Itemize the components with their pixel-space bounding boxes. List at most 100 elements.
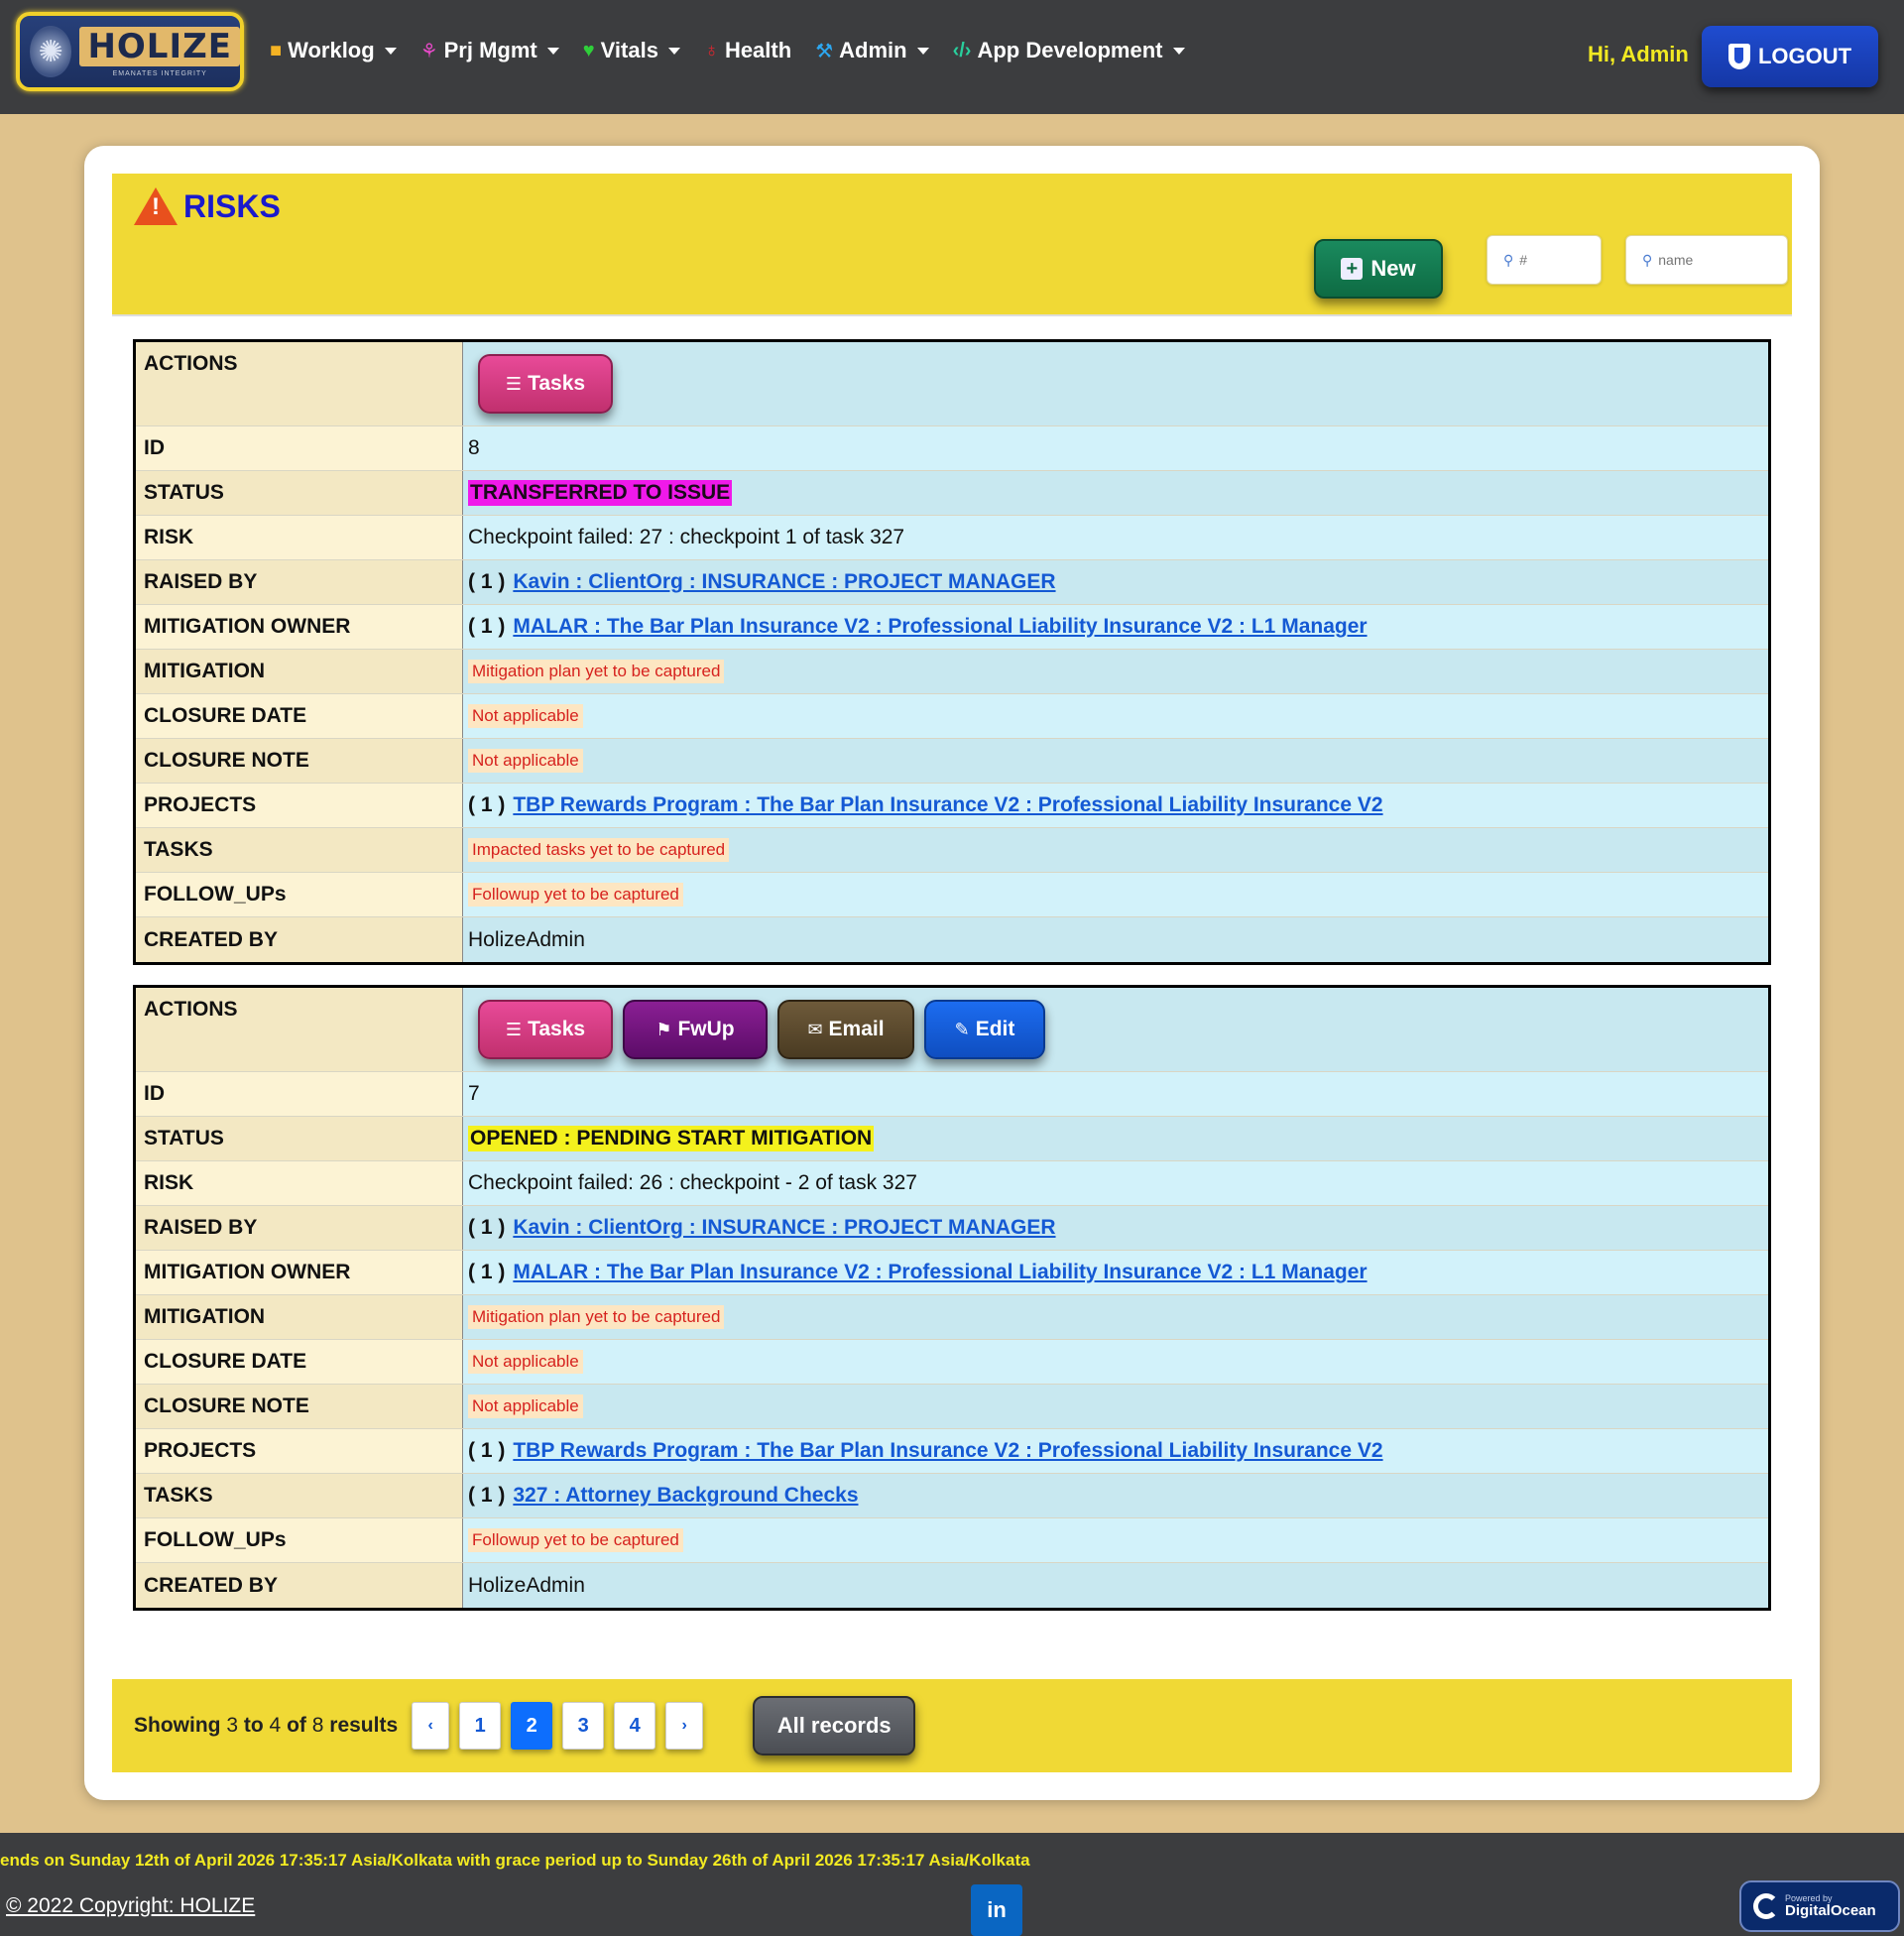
digitalocean-logo-icon (1753, 1893, 1779, 1919)
risk-row-raised-by: RAISED BY ( 1 ) Kavin : ClientOrg : INSUR… (136, 560, 1768, 605)
closure-date-value: Not applicable (468, 704, 583, 728)
prev-page-button[interactable]: ‹ (412, 1702, 450, 1750)
project-link[interactable]: TBP Rewards Program : The Bar Plan Insur… (513, 1439, 1382, 1463)
mitigation-value: Mitigation plan yet to be captured (468, 660, 725, 683)
page-2-button[interactable]: 2 (511, 1702, 553, 1750)
risk-row-created-by: CREATED BY HolizeAdmin (136, 917, 1768, 962)
code-icon: ‹/› (952, 39, 972, 61)
logout-label: LOGOUT (1757, 44, 1852, 68)
chevron-down-icon (916, 47, 929, 55)
nav-vitals[interactable]: ♥ Vitals (583, 38, 680, 63)
risk-row-closure-date: CLOSURE DATE Not applicable (136, 1340, 1768, 1385)
label-closure-date: CLOSURE DATE (136, 1340, 463, 1384)
search-id-input[interactable] (1519, 252, 1598, 268)
people-arrows-icon: ⚑ (655, 1019, 672, 1039)
risk-description: Checkpoint failed: 27 : checkpoint 1 of … (463, 516, 1768, 559)
risk-row-follow-ups: FOLLOW_UPs Followup yet to be captured (136, 1518, 1768, 1563)
nav-health[interactable]: ♁ Health (704, 38, 791, 63)
page-links: ‹ 1 2 3 4 › (412, 1702, 713, 1750)
label-created-by: CREATED BY (136, 917, 463, 962)
holize-logo[interactable]: ✺ HOLIZE EMANATES INTEGRITY (16, 12, 244, 91)
label-id: ID (136, 426, 463, 470)
hammer-icon: ⚒ (815, 40, 834, 62)
raised-by-count: ( 1 ) (468, 570, 506, 593)
risk-description: Checkpoint failed: 26 : checkpoint - 2 o… (463, 1161, 1768, 1205)
nav-app-development-label: App Development (977, 38, 1163, 62)
results-summary: Showing 3 to 4 of 8 results (134, 1714, 399, 1737)
tasks-button[interactable]: ☰ Tasks (478, 1000, 613, 1059)
label-tasks: TASKS (136, 828, 463, 872)
linkedin-icon[interactable]: in (971, 1884, 1022, 1936)
followup-button[interactable]: ⚑ FwUp (623, 1000, 768, 1059)
mitigation-owner-link[interactable]: MALAR : The Bar Plan Insurance V2 : Prof… (513, 1261, 1367, 1284)
envelope-icon: ✉ (807, 1019, 823, 1039)
logout-button[interactable]: LOGOUT (1702, 26, 1878, 87)
nav-vitals-label: Vitals (600, 38, 658, 62)
stethoscope-icon: ♁ (703, 39, 719, 61)
raised-by-count: ( 1 ) (468, 1216, 506, 1239)
label-actions: ACTIONS (136, 342, 463, 425)
all-records-button[interactable]: All records (753, 1696, 916, 1755)
risk-row-actions: ACTIONS ☰ Tasks (136, 342, 1768, 426)
chevron-down-icon (546, 47, 559, 55)
label-projects: PROJECTS (136, 1429, 463, 1473)
status-badge: OPENED : PENDING START MITIGATION (468, 1126, 875, 1151)
project-link[interactable]: TBP Rewards Program : The Bar Plan Insur… (513, 793, 1382, 817)
created-by-value: HolizeAdmin (463, 917, 1768, 962)
next-page-button[interactable]: › (665, 1702, 704, 1750)
label-projects: PROJECTS (136, 784, 463, 827)
page-3-button[interactable]: 3 (562, 1702, 605, 1750)
main-card: RISKS + New ⚲ ⚲ ACTIONS ☰ Tasks ID (84, 146, 1820, 1800)
nav-admin[interactable]: ⚒ Admin (815, 38, 929, 63)
risk-row-tasks: TASKS ( 1 ) 327 : Attorney Background Che… (136, 1474, 1768, 1518)
risk-row-id: ID 7 (136, 1072, 1768, 1117)
logo-text: HOLIZE (79, 26, 240, 66)
nav-app-development[interactable]: ‹/› App Development (953, 38, 1185, 63)
page-header: RISKS + New ⚲ ⚲ (112, 174, 1792, 316)
risk-row-status: STATUS OPENED : PENDING START MITIGATION (136, 1117, 1768, 1161)
warning-icon (134, 187, 178, 225)
task-link[interactable]: 327 : Attorney Background Checks (513, 1484, 858, 1508)
page-1-button[interactable]: 1 (459, 1702, 502, 1750)
label-closure-date: CLOSURE DATE (136, 694, 463, 738)
mitigation-owner-count: ( 1 ) (468, 1261, 506, 1283)
digitalocean-badge[interactable]: Powered by DigitalOcean (1739, 1880, 1900, 1932)
email-button[interactable]: ✉ Email (777, 1000, 914, 1059)
lion-emblem-icon: ✺ (30, 26, 72, 77)
raised-by-link[interactable]: Kavin : ClientOrg : INSURANCE : PROJECT … (513, 1216, 1055, 1240)
heart-icon: ♥ (582, 39, 595, 61)
new-risk-button[interactable]: + New (1314, 239, 1443, 299)
risk-row-closure-note: CLOSURE NOTE Not applicable (136, 1385, 1768, 1429)
risk-row-projects: PROJECTS ( 1 ) TBP Rewards Program : The … (136, 784, 1768, 828)
page-4-button[interactable]: 4 (614, 1702, 656, 1750)
pagination-bar: Showing 3 to 4 of 8 results ‹ 1 2 3 4 › … (112, 1679, 1792, 1772)
mitigation-owner-link[interactable]: MALAR : The Bar Plan Insurance V2 : Prof… (513, 615, 1367, 639)
top-navbar: ✺ HOLIZE EMANATES INTEGRITY ■ Worklog ⚘ … (0, 0, 1904, 114)
list-check-icon: ☰ (505, 373, 523, 394)
risk-row-created-by: CREATED BY HolizeAdmin (136, 1563, 1768, 1608)
nav-prj-mgmt[interactable]: ⚘ Prj Mgmt (420, 38, 559, 63)
nav-worklog[interactable]: ■ Worklog (270, 38, 397, 63)
shield-icon (1727, 44, 1750, 69)
label-actions: ACTIONS (136, 988, 463, 1071)
footer: ends on Sunday 12th of April 2026 17:35:… (0, 1833, 1904, 1936)
raised-by-link[interactable]: Kavin : ClientOrg : INSURANCE : PROJECT … (513, 570, 1055, 594)
tasks-count: ( 1 ) (468, 1484, 506, 1507)
tasks-button[interactable]: ☰ Tasks (478, 354, 613, 414)
label-mitigation: MITIGATION (136, 650, 463, 693)
status-badge: TRANSFERRED TO ISSUE (468, 480, 733, 506)
risk-row-follow-ups: FOLLOW_UPs Followup yet to be captured (136, 873, 1768, 917)
copyright-link[interactable]: © 2022 Copyright: HOLIZE (6, 1894, 255, 1918)
label-status: STATUS (136, 1117, 463, 1160)
risk-row-risk: RISK Checkpoint failed: 27 : checkpoint … (136, 516, 1768, 560)
label-status: STATUS (136, 471, 463, 515)
search-name-input[interactable] (1658, 252, 1775, 268)
follow-ups-value: Followup yet to be captured (468, 1528, 683, 1552)
label-mitigation-owner: MITIGATION OWNER (136, 1251, 463, 1294)
main-menu: ■ Worklog ⚘ Prj Mgmt ♥ Vitals ♁ Health ⚒… (270, 38, 1209, 63)
page-title: RISKS (134, 187, 281, 225)
tasks-value: Impacted tasks yet to be captured (468, 838, 730, 862)
edit-button[interactable]: ✎ Edit (924, 1000, 1045, 1059)
risk-row-status: STATUS TRANSFERRED TO ISSUE (136, 471, 1768, 516)
risk-row-id: ID 8 (136, 426, 1768, 471)
